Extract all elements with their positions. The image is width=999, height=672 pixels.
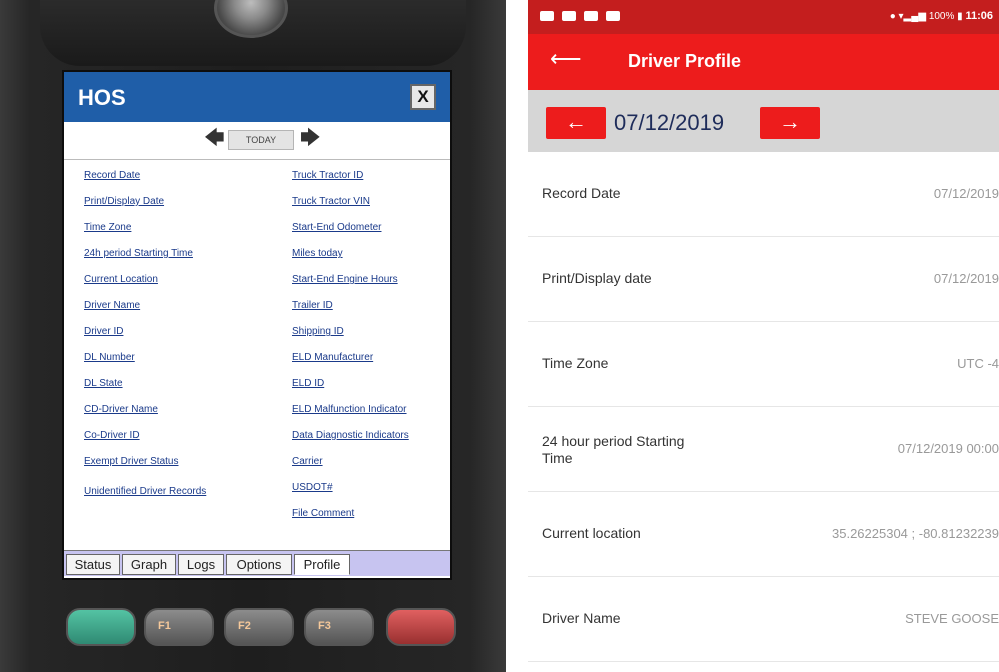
- field-link-unidentified-driver-records[interactable]: Unidentified Driver Records: [84, 486, 206, 512]
- field-link-24h-period-start[interactable]: 24h period Starting Time: [84, 248, 206, 274]
- hos-window-title: HOS: [78, 85, 126, 110]
- field-link-shipping-id[interactable]: Shipping ID: [292, 326, 409, 352]
- red-end-key[interactable]: [386, 608, 456, 646]
- status-time: 11:06: [965, 10, 993, 22]
- list-item: Driver Name STEVE GOOSE: [528, 577, 999, 662]
- list-item: Record Date 07/12/2019: [528, 152, 999, 237]
- split-screenshot: HOS X 🡄 TODAY 🡆 Record Date Print/Displa…: [0, 0, 999, 672]
- field-link-start-end-engine-hours[interactable]: Start-End Engine Hours: [292, 274, 409, 300]
- field-link-driver-name[interactable]: Driver Name: [84, 300, 206, 326]
- f1-key-label: F1: [158, 620, 171, 632]
- row-label-24h-period: 24 hour period Starting Time: [542, 433, 685, 466]
- prev-date-button[interactable]: ←: [546, 107, 606, 139]
- hardware-keys: F1 F2 F3: [30, 598, 476, 658]
- row-label-print-display-date: Print/Display date: [542, 270, 652, 286]
- field-link-current-location[interactable]: Current Location: [84, 274, 206, 300]
- next-day-arrow-icon[interactable]: 🡆: [300, 128, 321, 148]
- field-link-co-driver-id[interactable]: Co-Driver ID: [84, 430, 206, 456]
- row-label-time-zone: Time Zone: [542, 355, 609, 371]
- handheld-device: HOS X 🡄 TODAY 🡆 Record Date Print/Displa…: [0, 0, 506, 672]
- field-link-eld-id[interactable]: ELD ID: [292, 378, 409, 404]
- tab-profile[interactable]: Profile: [294, 554, 350, 575]
- f2-key-label: F2: [238, 620, 251, 632]
- field-link-data-diagnostic-indicators[interactable]: Data Diagnostic Indicators: [292, 430, 409, 456]
- tab-status[interactable]: Status: [66, 554, 120, 575]
- f3-key[interactable]: F3: [304, 608, 374, 646]
- row-value-24h-period: 07/12/2019 00:00: [897, 441, 999, 456]
- back-arrow-icon[interactable]: ⟵: [550, 48, 582, 70]
- field-link-eld-malfunction-indicator[interactable]: ELD Malfunction Indicator: [292, 404, 409, 430]
- battery-icon: ▮: [957, 11, 963, 22]
- f1-key[interactable]: F1: [144, 608, 214, 646]
- list-item: Print/Display date 07/12/2019: [528, 237, 999, 322]
- row-label-current-location: Current location: [542, 525, 641, 541]
- field-link-dl-number[interactable]: DL Number: [84, 352, 206, 378]
- row-value-current-location: 35.26225304 ; -80.81232239: [832, 526, 999, 541]
- battery-percent: 100%: [928, 11, 955, 22]
- field-link-truck-tractor-vin[interactable]: Truck Tractor VIN: [292, 196, 409, 222]
- row-value-print-display-date: 07/12/2019: [933, 271, 999, 286]
- field-link-print-display-date[interactable]: Print/Display Date: [84, 196, 206, 222]
- android-app-screen: ● ▾▂▄▆ 100% ▮ 11:06 ⟵ Driver Profile ← 0…: [528, 0, 999, 672]
- prev-day-arrow-icon[interactable]: 🡄: [204, 128, 225, 148]
- next-date-button[interactable]: →: [760, 107, 820, 139]
- day-navigator: 🡄 TODAY 🡆: [64, 122, 450, 160]
- row-value-time-zone: UTC -4: [957, 356, 999, 371]
- row-label-driver-name: Driver Name: [542, 610, 621, 626]
- android-status-bar: ● ▾▂▄▆ 100% ▮ 11:06: [528, 0, 999, 34]
- field-link-trailer-id[interactable]: Trailer ID: [292, 300, 409, 326]
- field-link-record-date[interactable]: Record Date: [84, 170, 206, 196]
- close-button[interactable]: X: [410, 84, 436, 110]
- message-icon: [562, 11, 576, 21]
- bottom-tab-bar: Status Graph Logs Options Profile: [64, 550, 450, 576]
- app-toolbar: ⟵ Driver Profile: [528, 34, 999, 90]
- status-bar-right: ● ▾▂▄▆ 100% ▮ 11:06: [890, 10, 993, 22]
- field-link-start-end-odometer[interactable]: Start-End Odometer: [292, 222, 409, 248]
- date-navigator: ← 07/12/2019 →: [528, 90, 999, 152]
- profile-fields-left-column: Record Date Print/Display Date Time Zone…: [84, 170, 206, 512]
- green-call-key[interactable]: [66, 608, 136, 646]
- field-link-truck-tractor-id[interactable]: Truck Tractor ID: [292, 170, 409, 196]
- field-link-dl-state[interactable]: DL State: [84, 378, 206, 404]
- hos-screen: HOS X 🡄 TODAY 🡆 Record Date Print/Displa…: [62, 70, 452, 580]
- profile-detail-list: Record Date 07/12/2019 Print/Display dat…: [528, 152, 999, 662]
- list-item: Current location 35.26225304 ; -80.81232…: [528, 492, 999, 577]
- field-link-miles-today[interactable]: Miles today: [292, 248, 409, 274]
- f3-key-label: F3: [318, 620, 331, 632]
- row-value-driver-name: STEVE GOOSE: [905, 611, 999, 626]
- field-link-driver-id[interactable]: Driver ID: [84, 326, 206, 352]
- field-link-exempt-driver-status[interactable]: Exempt Driver Status: [84, 456, 206, 482]
- profile-fields-right-column: Truck Tractor ID Truck Tractor VIN Start…: [292, 170, 409, 534]
- tab-logs[interactable]: Logs: [178, 554, 224, 575]
- field-link-time-zone[interactable]: Time Zone: [84, 222, 206, 248]
- row-value-record-date: 07/12/2019: [933, 186, 999, 201]
- hos-titlebar: HOS X: [64, 72, 450, 122]
- list-item: 24 hour period Starting Time 07/12/2019 …: [528, 407, 999, 492]
- field-link-file-comment[interactable]: File Comment: [292, 508, 409, 534]
- field-link-usdot[interactable]: USDOT#: [292, 482, 409, 508]
- play-icon: [606, 11, 620, 21]
- row-label-record-date: Record Date: [542, 185, 621, 201]
- current-date: 07/12/2019: [614, 110, 725, 135]
- field-link-carrier[interactable]: Carrier: [292, 456, 409, 482]
- tab-graph[interactable]: Graph: [122, 554, 176, 575]
- list-item: Time Zone UTC -4: [528, 322, 999, 407]
- field-link-co-driver-name[interactable]: CD-Driver Name: [84, 404, 206, 430]
- today-button[interactable]: TODAY: [228, 130, 294, 150]
- share-icon: [540, 11, 554, 21]
- location-icon: ●: [889, 11, 896, 22]
- field-link-eld-manufacturer[interactable]: ELD Manufacturer: [292, 352, 409, 378]
- f2-key[interactable]: F2: [224, 608, 294, 646]
- wifi-signal-icon: ▾▂▄▆: [898, 11, 927, 22]
- tab-options[interactable]: Options: [226, 554, 292, 575]
- image-icon: [584, 11, 598, 21]
- image-divider: [506, 0, 528, 672]
- page-title: Driver Profile: [628, 51, 742, 71]
